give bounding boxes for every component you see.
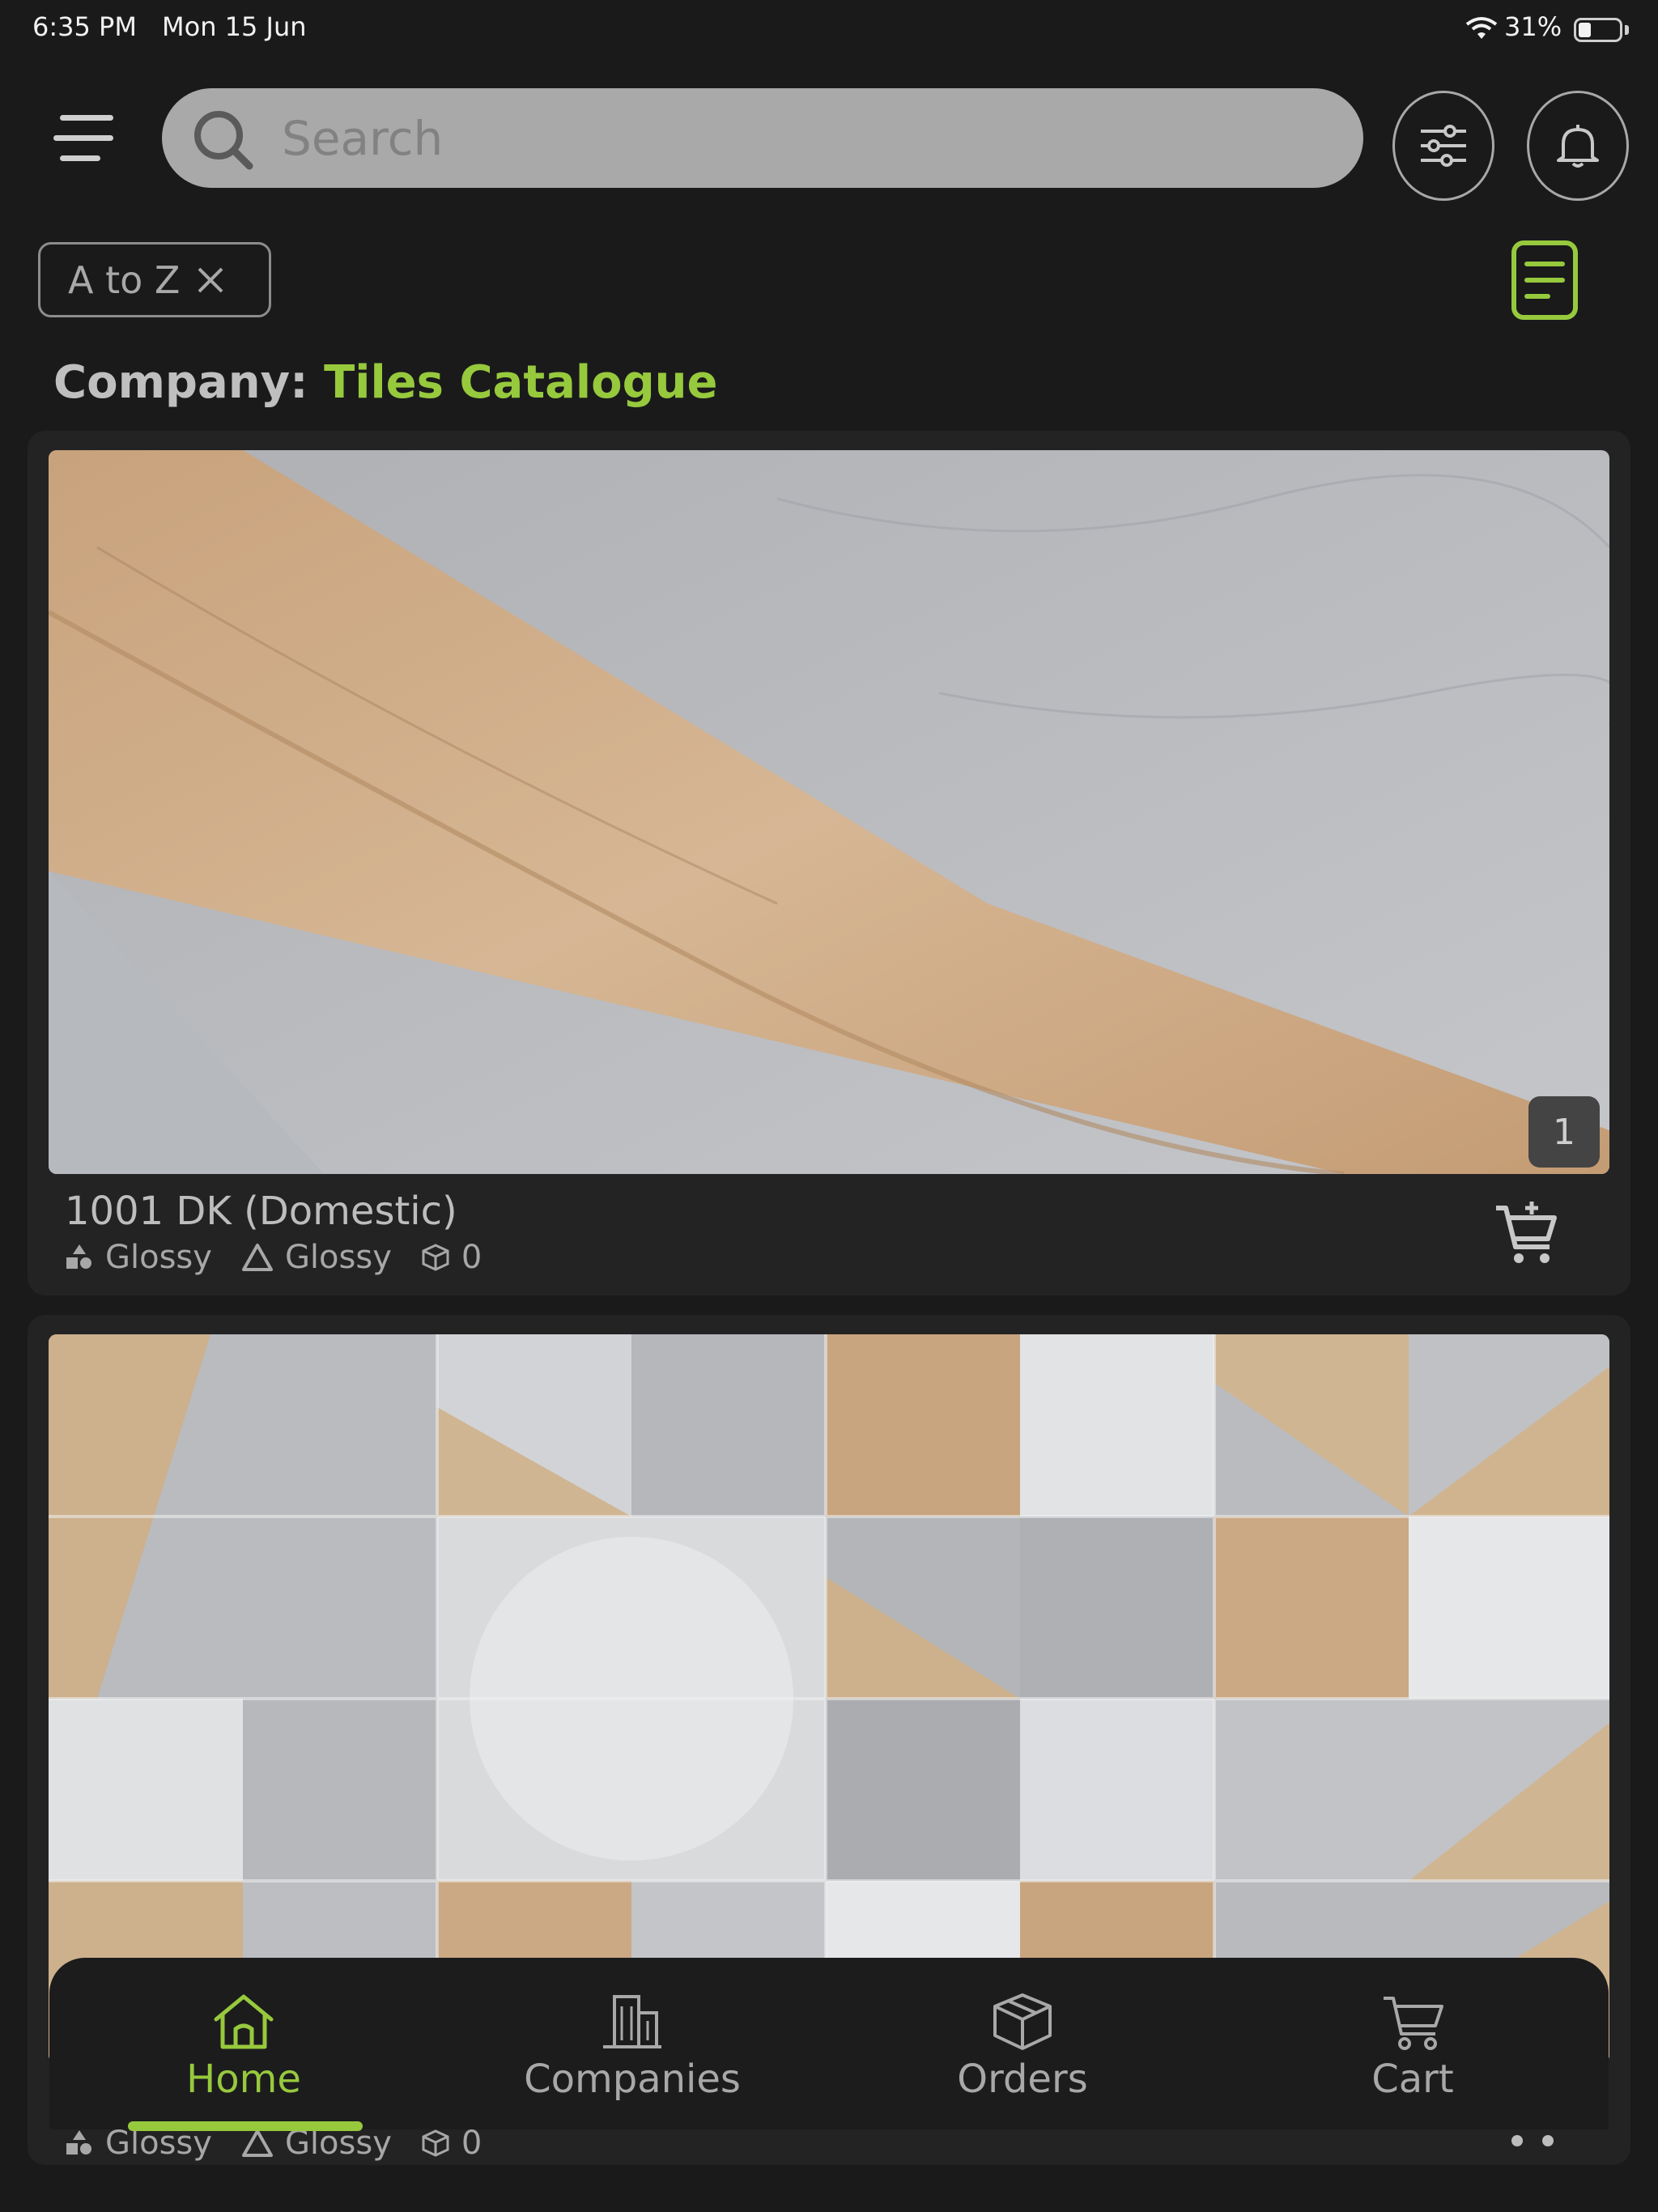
search-icon bbox=[194, 111, 253, 170]
cart-icon bbox=[1384, 1997, 1443, 2050]
company-title: Company: Tiles Catalogue bbox=[53, 356, 718, 409]
shapes-icon bbox=[66, 1244, 91, 1269]
nav-orders-label: Orders bbox=[957, 2057, 1088, 2102]
nav-home[interactable]: Home bbox=[98, 1992, 389, 2102]
finish-2: Glossy bbox=[284, 1239, 392, 1276]
product-image[interactable] bbox=[49, 1334, 1609, 2063]
building-icon bbox=[603, 1995, 661, 2048]
shapes-icon bbox=[66, 2130, 91, 2155]
battery-percent: 31% bbox=[1504, 11, 1562, 42]
status-time: 6:35 PM bbox=[32, 11, 137, 42]
sort-chip-label: A to Z bbox=[68, 257, 181, 302]
product-meta: Glossy Glossy 0 bbox=[65, 1239, 496, 1276]
nav-orders[interactable]: Orders bbox=[877, 1992, 1168, 2102]
notifications-button[interactable] bbox=[1527, 91, 1629, 201]
tile-photo bbox=[49, 450, 1609, 1174]
triangle-icon bbox=[241, 1244, 273, 1271]
more-dots-icon[interactable] bbox=[1506, 2133, 1562, 2149]
close-icon[interactable] bbox=[196, 266, 225, 295]
status-date: Mon 15 Jun bbox=[162, 11, 307, 42]
filter-button[interactable] bbox=[1392, 91, 1494, 201]
image-count-badge: 1 bbox=[1528, 1096, 1600, 1168]
product-name: 1001 DK (Domestic) bbox=[65, 1189, 457, 1234]
product-card[interactable]: 1 1001 DK (Domestic) Glossy Glossy 0 bbox=[28, 431, 1630, 1295]
search-placeholder: Search bbox=[282, 111, 444, 166]
nav-companies[interactable]: Companies bbox=[487, 1992, 778, 2102]
product-image[interactable]: 1 bbox=[49, 450, 1609, 1174]
add-to-cart-icon[interactable] bbox=[1493, 1200, 1561, 1268]
battery-icon bbox=[1574, 18, 1622, 42]
home-icon bbox=[214, 1994, 274, 2049]
sliders-icon bbox=[1421, 125, 1466, 167]
triangle-icon bbox=[241, 2129, 273, 2157]
nav-active-indicator bbox=[128, 2121, 363, 2131]
nav-cart-label: Cart bbox=[1371, 2057, 1454, 2102]
box-count: 0 bbox=[461, 2125, 483, 2162]
tile-photo bbox=[49, 1334, 1609, 2063]
nav-companies-label: Companies bbox=[524, 2057, 741, 2102]
company-prefix: Company: bbox=[53, 356, 308, 409]
search-input[interactable]: Search bbox=[162, 88, 1363, 188]
box-icon bbox=[422, 2129, 449, 2157]
menu-icon[interactable] bbox=[53, 112, 117, 165]
catalogue-document-icon[interactable] bbox=[1511, 240, 1579, 321]
sort-chip[interactable]: A to Z bbox=[38, 242, 271, 317]
box-count: 0 bbox=[461, 1239, 483, 1276]
bell-icon bbox=[1557, 125, 1599, 168]
nav-home-label: Home bbox=[186, 2057, 301, 2102]
box-icon bbox=[422, 1244, 449, 1271]
box-icon bbox=[993, 1993, 1052, 2050]
nav-cart[interactable]: Cart bbox=[1267, 1992, 1558, 2102]
battery-tip bbox=[1625, 25, 1629, 35]
company-name: Tiles Catalogue bbox=[324, 356, 718, 409]
finish-1: Glossy bbox=[105, 1239, 212, 1276]
wifi-icon bbox=[1465, 17, 1498, 39]
bottom-navigation: Home Companies Orders Cart bbox=[49, 1958, 1609, 2129]
